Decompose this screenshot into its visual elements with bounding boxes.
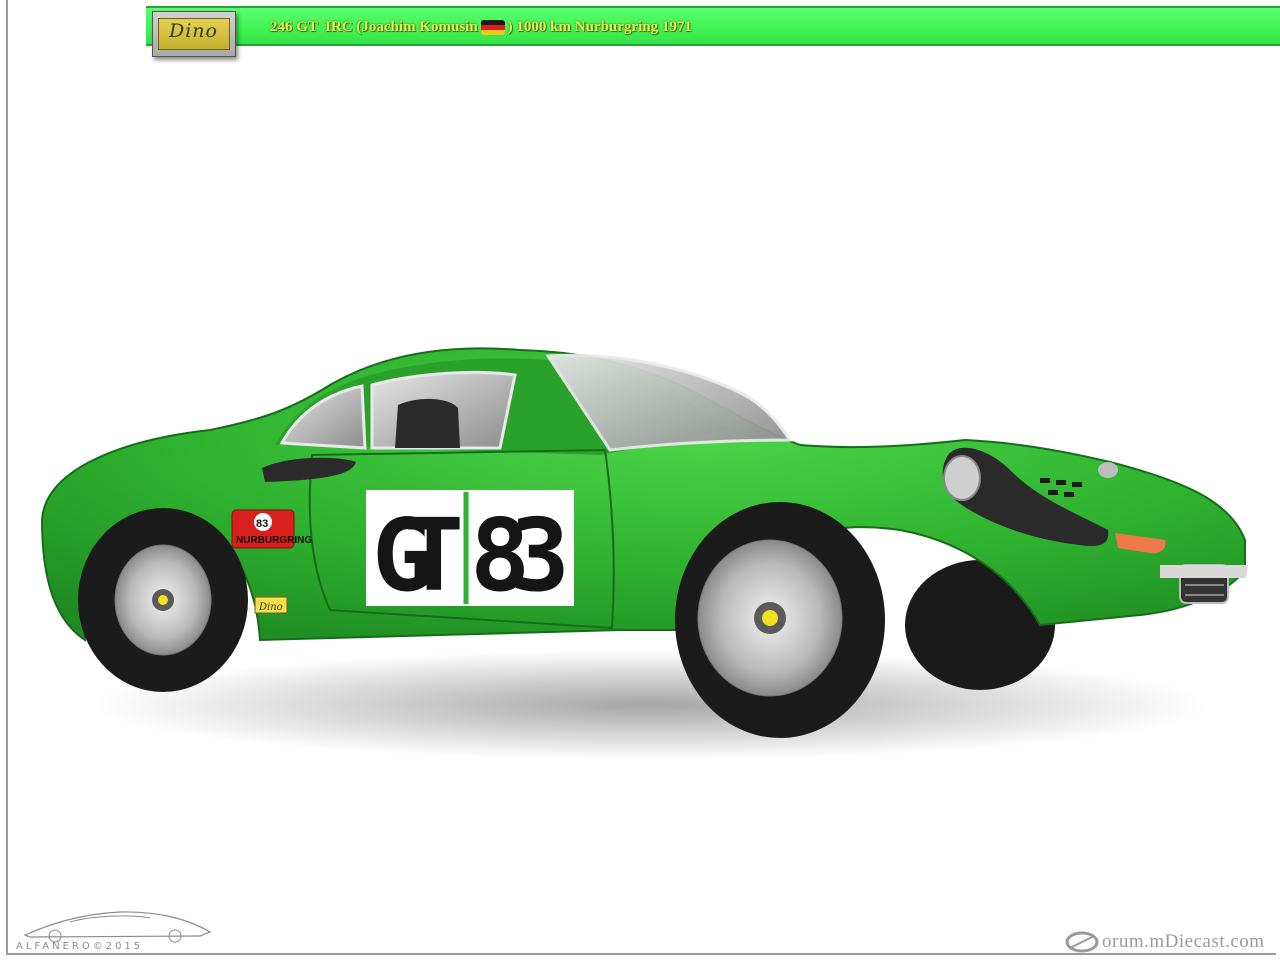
germany-flag-icon — [480, 19, 505, 35]
svg-text:83: 83 — [256, 518, 268, 530]
dino-badge-plate: Dino — [158, 18, 230, 50]
front-wheel — [675, 502, 885, 738]
number-decal-83: 83 — [470, 497, 570, 614]
title-text-start: 246 GT IRC (Joachim Komusin — [270, 18, 478, 35]
svg-text:Dino: Dino — [258, 602, 283, 613]
front-bumper — [1160, 565, 1248, 578]
alfanero-watermark-text: ALFANERO©2015 — [16, 941, 143, 952]
mdiecast-watermark-text: orum.mDiecast.com — [1102, 931, 1265, 952]
car-shadow — [90, 650, 1210, 760]
far-headlight — [1098, 462, 1118, 478]
title-text-end: ) 1000 km Nurburgring 1971 — [507, 18, 692, 35]
forum-logo-icon — [1065, 931, 1099, 953]
page-title: 246 GT IRC (Joachim Komusin ) 1000 km Nu… — [270, 16, 692, 38]
mdiecast-watermark: orum.mDiecast.com — [1064, 928, 1265, 956]
svg-text:NURBURGRING: NURBURGRING — [236, 535, 312, 546]
seat — [395, 398, 460, 448]
dino-badge-text: Dino — [169, 20, 218, 42]
headlight — [943, 455, 981, 501]
alfanero-watermark: ALFANERO©2015 — [16, 911, 212, 952]
rear-wheel — [78, 508, 248, 692]
dino-badge: Dino — [152, 11, 236, 57]
car-photo: GT 83 83 NURBURGRING Dino — [40, 347, 1248, 760]
number-decal-gt: GT — [372, 497, 464, 614]
